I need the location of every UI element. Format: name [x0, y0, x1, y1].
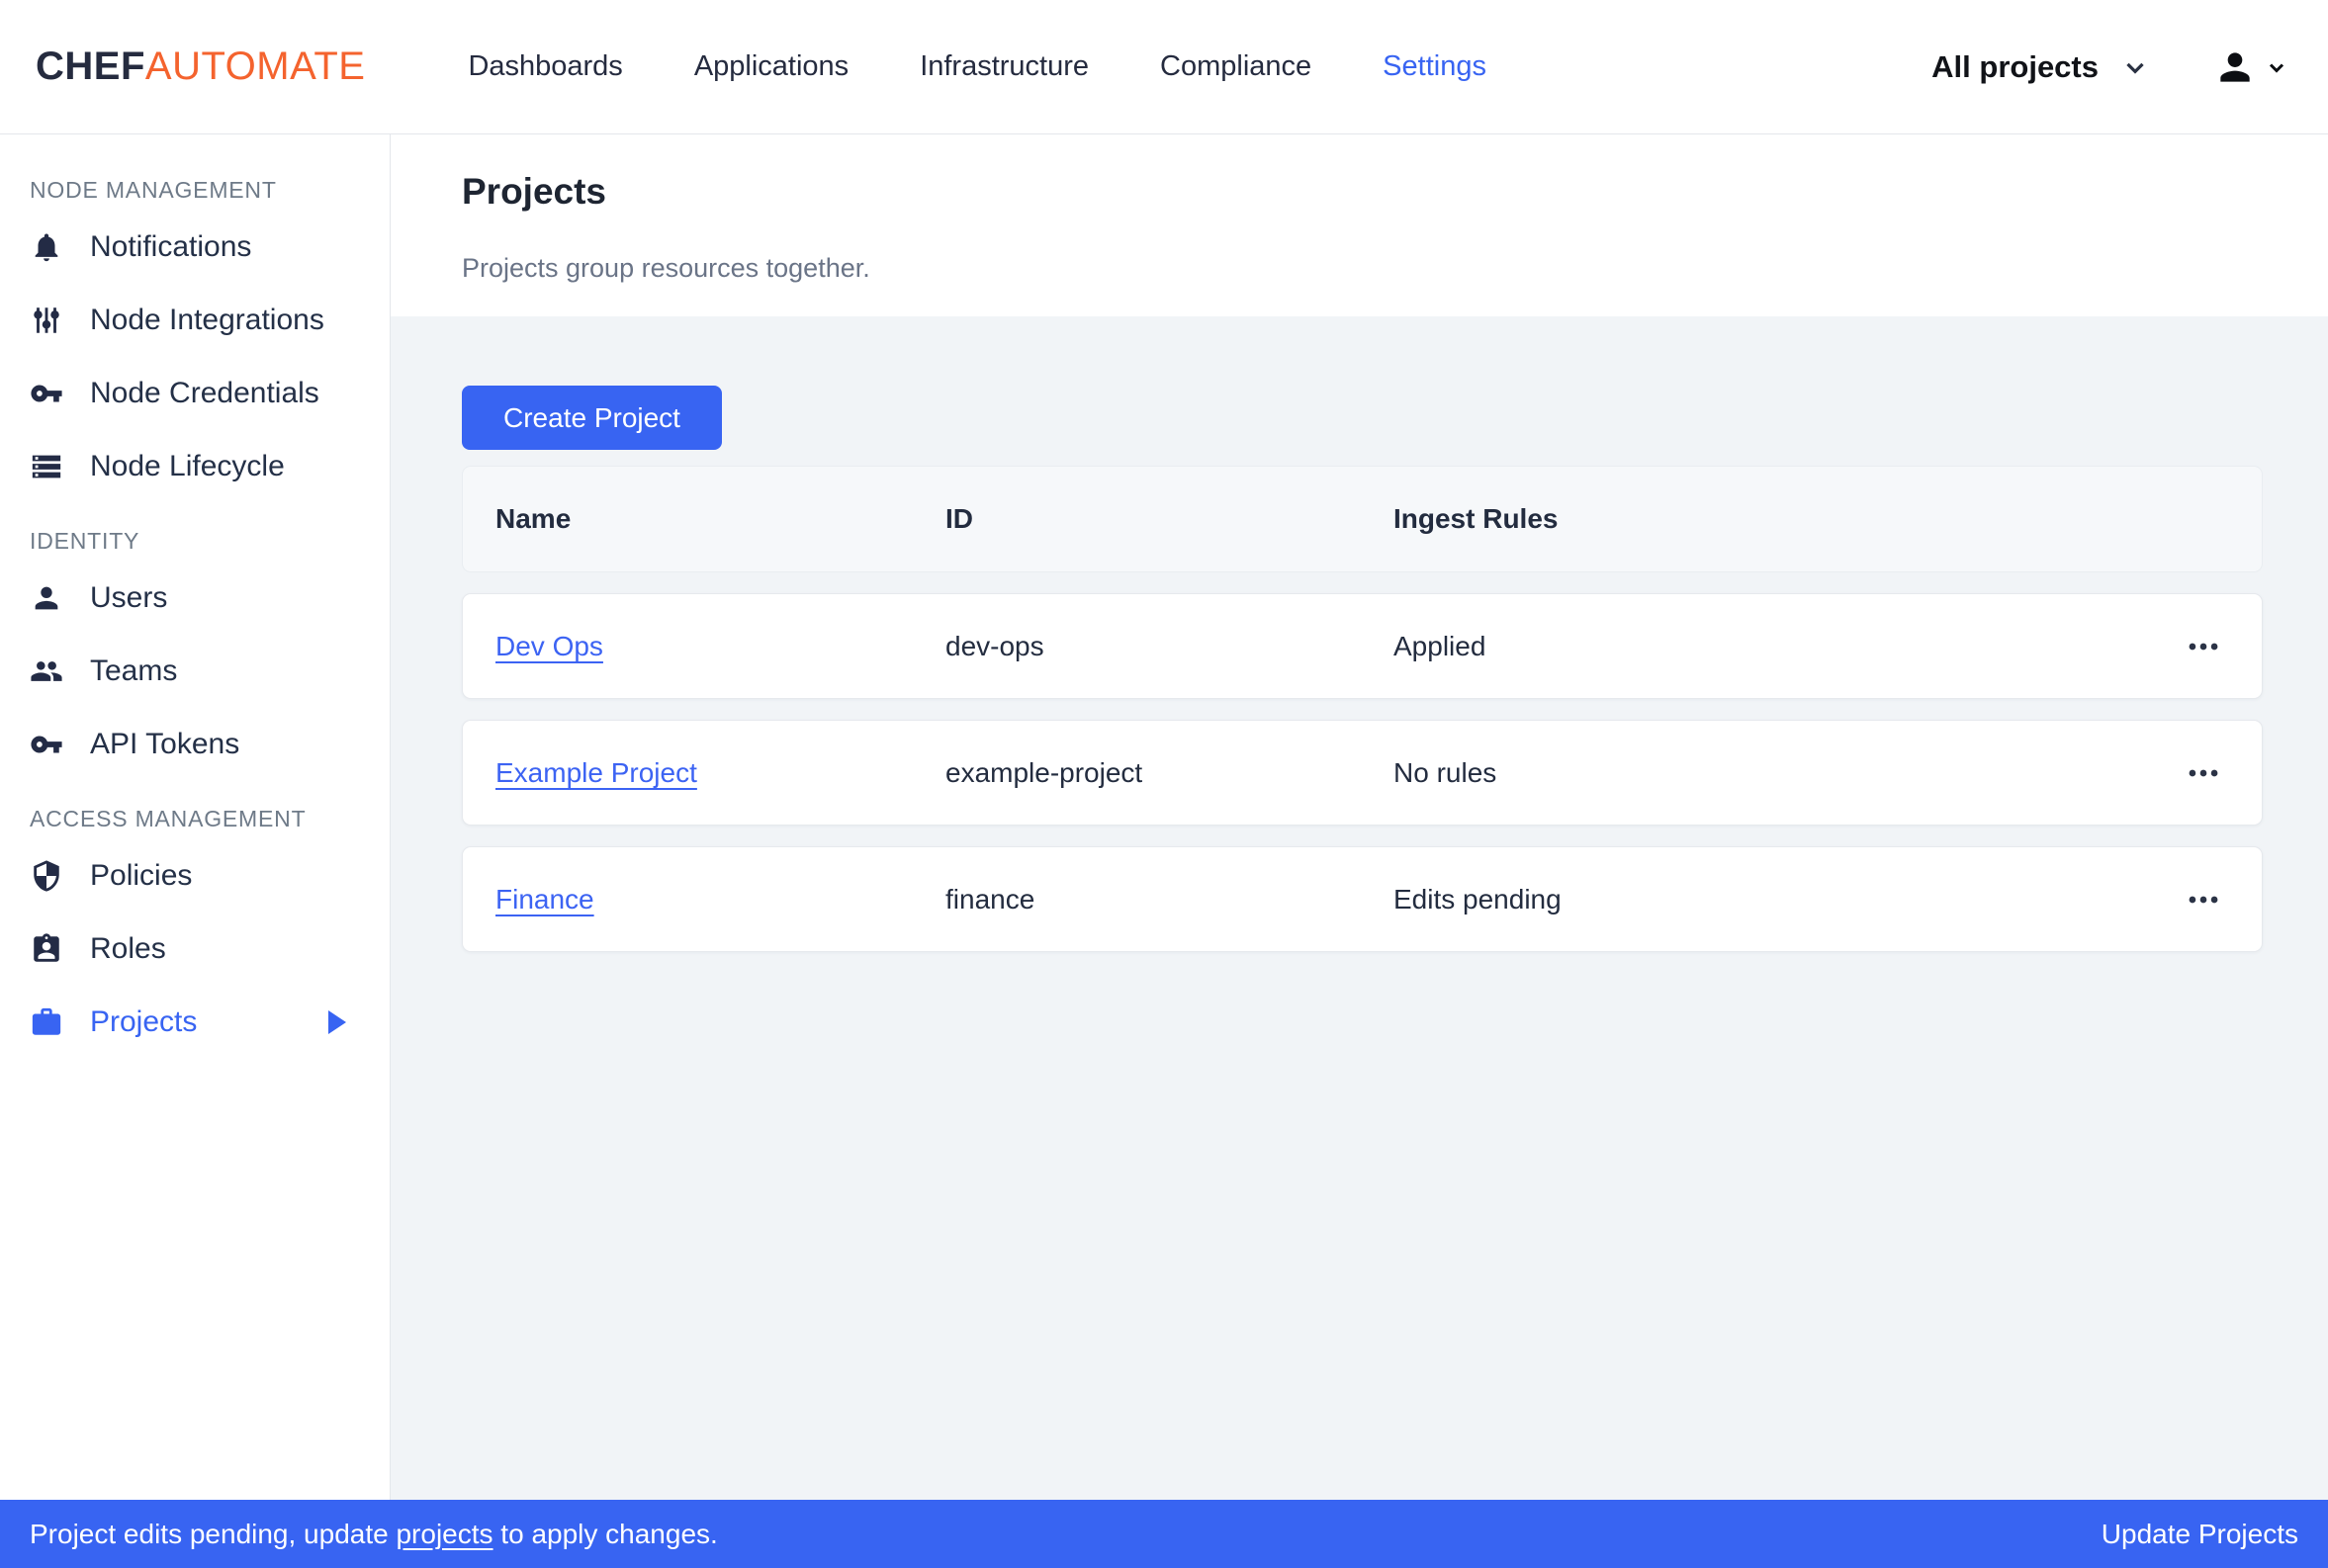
pending-edits-banner: Project edits pending, update projects t…	[0, 1500, 2328, 1568]
page: CHEFAUTOMATE Dashboards Applications Inf…	[0, 0, 2328, 1568]
expand-arrow-icon	[328, 1010, 346, 1034]
key-icon	[30, 377, 63, 410]
project-id-cell: dev-ops	[913, 631, 1361, 662]
ellipsis-icon	[2185, 754, 2222, 792]
section-label-access-management: ACCESS MANAGEMENT	[30, 805, 390, 832]
server-icon	[30, 450, 63, 483]
sidebar-item-label: Users	[90, 581, 167, 615]
column-header-name: Name	[463, 503, 913, 535]
user-avatar-icon	[2213, 45, 2257, 89]
table-row: Finance finance Edits pending	[462, 846, 2263, 952]
chevron-down-icon	[2120, 52, 2150, 82]
chevron-down-icon	[2265, 55, 2288, 79]
logo-chef: CHEF	[36, 44, 145, 88]
briefcase-icon	[30, 1005, 63, 1039]
row-menu-button[interactable]	[2152, 881, 2262, 918]
user-menu[interactable]	[2213, 45, 2288, 89]
sidebar-item-label: API Tokens	[90, 728, 239, 761]
project-name-cell: Example Project	[463, 757, 913, 789]
sidebar-item-label: Roles	[90, 932, 166, 966]
sidebar-item-label: Policies	[90, 859, 192, 893]
sidebar-item-label: Projects	[90, 1005, 197, 1039]
project-link[interactable]: Dev Ops	[495, 631, 603, 661]
page-subtitle: Projects group resources together.	[462, 253, 2263, 284]
projects-table: Name ID Ingest Rules Dev Ops dev-ops App…	[462, 466, 2263, 952]
page-header: Projects Projects group resources togeth…	[391, 134, 2328, 316]
update-projects-button[interactable]: Update Projects	[2102, 1519, 2298, 1550]
main-content: Projects Projects group resources togeth…	[391, 134, 2328, 1500]
ellipsis-icon	[2185, 881, 2222, 918]
users-icon	[30, 654, 63, 688]
nav-applications[interactable]: Applications	[694, 50, 849, 83]
project-link[interactable]: Example Project	[495, 757, 697, 788]
body-row: NODE MANAGEMENT Notifications Node Integ…	[0, 134, 2328, 1500]
row-menu-button[interactable]	[2152, 628, 2262, 665]
sidebar-item-node-credentials[interactable]: Node Credentials	[30, 357, 390, 430]
ingest-rules-cell: Edits pending	[1361, 884, 2153, 915]
banner-message-suffix: to apply changes.	[493, 1519, 718, 1549]
sidebar-item-policies[interactable]: Policies	[30, 839, 390, 913]
banner-message-prefix: Project edits pending, update	[30, 1519, 396, 1549]
chef-automate-logo[interactable]: CHEFAUTOMATE	[36, 44, 365, 89]
badge-icon	[30, 932, 63, 966]
main-nav: Dashboards Applications Infrastructure C…	[468, 50, 1486, 83]
table-row: Example Project example-project No rules	[462, 720, 2263, 826]
nav-infrastructure[interactable]: Infrastructure	[920, 50, 1089, 83]
row-menu-button[interactable]	[2152, 754, 2262, 792]
ingest-rules-cell: No rules	[1361, 757, 2153, 789]
sidebar-item-notifications[interactable]: Notifications	[30, 211, 390, 284]
banner-projects-link[interactable]: projects	[396, 1519, 492, 1549]
create-project-button[interactable]: Create Project	[462, 386, 722, 450]
sidebar-item-label: Notifications	[90, 230, 251, 264]
ellipsis-icon	[2185, 628, 2222, 665]
section-label-node-management: NODE MANAGEMENT	[30, 176, 390, 204]
navbar-right: All projects	[1931, 45, 2288, 89]
ingest-rules-cell: Applied	[1361, 631, 2153, 662]
sidebar-item-node-integrations[interactable]: Node Integrations	[30, 284, 390, 357]
logo-automate: AUTOMATE	[145, 44, 366, 88]
project-name-cell: Finance	[463, 884, 913, 915]
table-row: Dev Ops dev-ops Applied	[462, 593, 2263, 699]
sidebar-item-label: Teams	[90, 654, 177, 688]
sidebar-item-label: Node Integrations	[90, 304, 324, 337]
nav-settings[interactable]: Settings	[1383, 50, 1486, 83]
project-id-cell: finance	[913, 884, 1361, 915]
project-name-cell: Dev Ops	[463, 631, 913, 662]
sidebar-item-teams[interactable]: Teams	[30, 635, 390, 708]
projects-panel: Create Project Name ID Ingest Rules Dev …	[391, 316, 2328, 1500]
sidebar-item-users[interactable]: Users	[30, 562, 390, 635]
sidebar-item-api-tokens[interactable]: API Tokens	[30, 708, 390, 781]
sidebar-item-roles[interactable]: Roles	[30, 913, 390, 986]
key-icon	[30, 728, 63, 761]
user-icon	[30, 581, 63, 615]
bell-icon	[30, 230, 63, 264]
table-header-row: Name ID Ingest Rules	[462, 466, 2263, 572]
projects-filter-dropdown[interactable]: All projects	[1931, 49, 2150, 85]
page-title: Projects	[462, 170, 2263, 214]
sidebar-item-label: Node Credentials	[90, 377, 319, 410]
shield-icon	[30, 859, 63, 893]
sidebar-item-projects[interactable]: Projects	[30, 986, 390, 1059]
nav-compliance[interactable]: Compliance	[1160, 50, 1311, 83]
nav-dashboards[interactable]: Dashboards	[468, 50, 622, 83]
column-header-ingest-rules: Ingest Rules	[1361, 503, 2153, 535]
banner-message: Project edits pending, update projects t…	[30, 1519, 718, 1550]
top-navbar: CHEFAUTOMATE Dashboards Applications Inf…	[0, 0, 2328, 134]
column-header-id: ID	[913, 503, 1361, 535]
project-id-cell: example-project	[913, 757, 1361, 789]
section-label-identity: IDENTITY	[30, 527, 390, 555]
sidebar-item-node-lifecycle[interactable]: Node Lifecycle	[30, 430, 390, 503]
settings-sidebar: NODE MANAGEMENT Notifications Node Integ…	[0, 134, 391, 1500]
sliders-icon	[30, 304, 63, 337]
projects-filter-label: All projects	[1931, 49, 2099, 85]
sidebar-item-label: Node Lifecycle	[90, 450, 285, 483]
project-link[interactable]: Finance	[495, 884, 594, 915]
